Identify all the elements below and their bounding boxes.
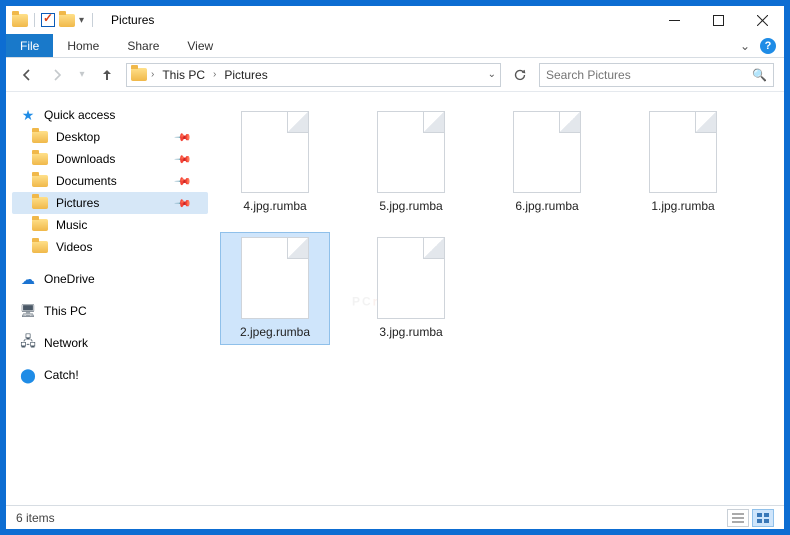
pin-icon: 📌 [174, 128, 193, 147]
sidebar-item-label: Documents [56, 174, 117, 188]
nav-pane: ★ Quick access Desktop📌Downloads📌Documen… [6, 92, 214, 505]
sidebar-item-label: Network [44, 336, 88, 350]
file-thumbnail-icon [377, 111, 445, 193]
file-item[interactable]: 3.jpg.rumba [356, 232, 466, 344]
cloud-icon: ☁ [20, 271, 36, 287]
qat-properties-icon[interactable] [41, 13, 55, 27]
file-item[interactable]: 1.jpg.rumba [628, 106, 738, 218]
chevron-right-icon[interactable]: › [213, 69, 216, 80]
folder-icon [32, 195, 48, 211]
ribbon: File Home Share View ⌄ ? [6, 34, 784, 58]
qat-dropdown-icon[interactable]: ▾ [79, 15, 84, 26]
tab-home[interactable]: Home [53, 34, 113, 57]
ribbon-expand-icon[interactable]: ⌄ [740, 39, 750, 53]
breadcrumb-label: Pictures [224, 68, 267, 82]
file-thumbnail-icon [513, 111, 581, 193]
sidebar-item-label: Downloads [56, 152, 115, 166]
search-input[interactable] [546, 68, 752, 82]
address-dropdown-icon[interactable]: ⌄ [488, 69, 496, 80]
forward-button[interactable] [46, 64, 68, 86]
sidebar-item-label: This PC [44, 304, 87, 318]
file-name: 4.jpg.rumba [243, 199, 306, 213]
sidebar-item-label: Videos [56, 240, 92, 254]
network-icon: 🖧 [20, 335, 36, 351]
minimize-button[interactable] [652, 6, 696, 34]
file-thumbnail-icon [241, 237, 309, 319]
file-view[interactable]: 4.jpg.rumba 5.jpg.rumba 6.jpg.rumba 1.jpg.r… [214, 92, 784, 505]
sidebar-item-label: Quick access [44, 108, 115, 122]
pin-icon: 📌 [174, 194, 193, 213]
pin-icon: 📌 [174, 172, 193, 191]
refresh-button[interactable] [509, 64, 531, 86]
titlebar: ▾ Pictures [6, 6, 784, 34]
up-button[interactable] [96, 64, 118, 86]
star-icon: ★ [20, 107, 36, 123]
sidebar-onedrive[interactable]: ☁ OneDrive [12, 268, 208, 290]
qat-separator [34, 13, 35, 27]
file-thumbnail-icon [241, 111, 309, 193]
pin-icon: 📌 [174, 150, 193, 169]
breadcrumb[interactable]: This PC [158, 68, 209, 82]
pc-icon: 🖥 [20, 303, 36, 319]
search-icon[interactable]: 🔍 [752, 68, 767, 82]
help-icon[interactable]: ? [760, 38, 776, 54]
file-item[interactable]: 2.jpeg.rumba [220, 232, 330, 344]
address-bar[interactable]: › This PC › Pictures ⌄ [126, 63, 501, 87]
search-box[interactable]: 🔍 [539, 63, 774, 87]
recent-dropdown-icon[interactable]: ▾ [76, 64, 88, 86]
sidebar-item-pictures[interactable]: Pictures 📌 [12, 192, 208, 214]
breadcrumb-label: This PC [162, 68, 205, 82]
file-name: 5.jpg.rumba [379, 199, 442, 213]
window-title: Pictures [111, 13, 154, 27]
file-item[interactable]: 4.jpg.rumba [220, 106, 330, 218]
sidebar-item-music[interactable]: Music [12, 214, 208, 236]
file-item[interactable]: 5.jpg.rumba [356, 106, 466, 218]
sidebar-item-label: OneDrive [44, 272, 95, 286]
file-item[interactable]: 6.jpg.rumba [492, 106, 602, 218]
folder-icon [32, 173, 48, 189]
folder-app-icon [12, 12, 28, 28]
folder-icon [32, 129, 48, 145]
sidebar-item-videos[interactable]: Videos [12, 236, 208, 258]
file-tab[interactable]: File [6, 34, 53, 57]
folder-icon [32, 151, 48, 167]
details-view-button[interactable] [727, 509, 749, 527]
file-name: 1.jpg.rumba [651, 199, 714, 213]
sidebar-item-label: Pictures [56, 196, 99, 210]
address-folder-icon [131, 67, 147, 83]
file-thumbnail-icon [649, 111, 717, 193]
sidebar-item-label: Desktop [56, 130, 100, 144]
catch-icon: ⬤ [20, 367, 36, 383]
qat-newfolder-icon[interactable] [59, 12, 75, 28]
file-name: 2.jpeg.rumba [240, 325, 310, 339]
back-button[interactable] [16, 64, 38, 86]
sidebar-thispc[interactable]: 🖥 This PC [12, 300, 208, 322]
sidebar-catch[interactable]: ⬤ Catch! [12, 364, 208, 386]
sidebar-network[interactable]: 🖧 Network [12, 332, 208, 354]
file-name: 3.jpg.rumba [379, 325, 442, 339]
status-item-count: 6 items [16, 511, 55, 525]
tab-share[interactable]: Share [113, 34, 173, 57]
thumbnails-view-button[interactable] [752, 509, 774, 527]
navbar: ▾ › This PC › Pictures ⌄ 🔍 [6, 58, 784, 92]
folder-icon [32, 217, 48, 233]
sidebar-quick-access[interactable]: ★ Quick access [12, 104, 208, 126]
chevron-right-icon[interactable]: › [151, 69, 154, 80]
breadcrumb[interactable]: Pictures [220, 68, 271, 82]
sidebar-item-downloads[interactable]: Downloads 📌 [12, 148, 208, 170]
sidebar-item-label: Music [56, 218, 87, 232]
title-separator [92, 13, 93, 27]
close-button[interactable] [740, 6, 784, 34]
sidebar-item-desktop[interactable]: Desktop 📌 [12, 126, 208, 148]
folder-icon [32, 239, 48, 255]
status-bar: 6 items [6, 505, 784, 529]
sidebar-item-label: Catch! [44, 368, 79, 382]
sidebar-item-documents[interactable]: Documents 📌 [12, 170, 208, 192]
file-thumbnail-icon [377, 237, 445, 319]
tab-view[interactable]: View [173, 34, 227, 57]
file-name: 6.jpg.rumba [515, 199, 578, 213]
maximize-button[interactable] [696, 6, 740, 34]
